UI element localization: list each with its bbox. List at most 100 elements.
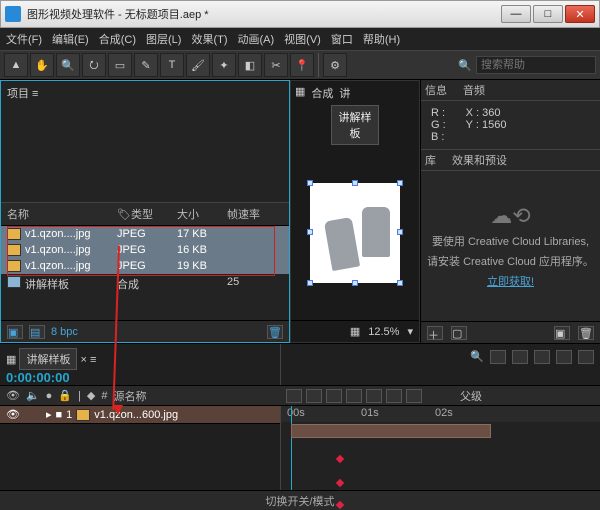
switch-btn[interactable] — [366, 389, 382, 403]
project-column-headers: 名称 🏷类型 大小 帧速率 — [1, 203, 289, 226]
col-parent[interactable]: 父级 — [460, 388, 482, 404]
selection-tool[interactable]: ▲ — [4, 53, 28, 77]
project-row[interactable]: 讲解样板 合成 25 — [1, 274, 289, 294]
brush-tool[interactable]: 🖌 — [186, 53, 210, 77]
lib-delete-button[interactable]: 🗑 — [578, 326, 594, 340]
handle[interactable] — [352, 180, 358, 186]
col-rate[interactable]: 帧速率 — [227, 206, 277, 222]
orbit-tool[interactable]: ⭮ — [82, 53, 106, 77]
switch-btn[interactable] — [306, 389, 322, 403]
switch-btn[interactable] — [406, 389, 422, 403]
delete-button[interactable]: 🗑 — [267, 325, 283, 339]
label-icon[interactable]: ◆ — [87, 389, 95, 402]
help-search-input[interactable] — [476, 56, 596, 74]
figure-a — [324, 216, 360, 270]
pin-tool[interactable]: 📍 — [290, 53, 314, 77]
solo-icon[interactable]: ● — [46, 390, 53, 402]
project-row[interactable]: v1.qzon....jpg JPEG 17 KB — [1, 226, 289, 242]
eye-icon[interactable]: 👁 — [6, 389, 20, 402]
handle[interactable] — [397, 180, 403, 186]
project-row[interactable]: v1.qzon....jpg JPEG 19 KB — [1, 258, 289, 274]
project-tab[interactable]: 项目 ≡ — [1, 81, 289, 105]
speaker-icon[interactable]: 🔈 — [26, 389, 40, 402]
handle[interactable] — [307, 280, 313, 286]
fx-button[interactable]: ⚙ — [323, 53, 347, 77]
close-button[interactable]: ✕ — [565, 5, 595, 23]
switch-btn[interactable] — [386, 389, 402, 403]
menu-composition[interactable]: 合成(C) — [99, 31, 136, 47]
lib-btn2[interactable]: ▣ — [554, 326, 570, 340]
bpc-indicator[interactable]: 8 bpc — [51, 326, 78, 338]
current-time[interactable]: 0:00:00:00 — [6, 370, 70, 385]
keyframe[interactable] — [336, 479, 344, 487]
handle[interactable] — [307, 180, 313, 186]
composition-viewer[interactable] — [291, 145, 419, 320]
composition-tab[interactable]: 讲解样板 — [331, 105, 379, 145]
handle[interactable] — [352, 280, 358, 286]
tab-audio[interactable]: 音频 — [463, 82, 485, 98]
menu-edit[interactable]: 编辑(E) — [52, 31, 89, 47]
layer-bar[interactable] — [291, 424, 491, 438]
col-source[interactable]: 源名称 — [113, 388, 146, 404]
time-ruler[interactable]: 00s 01s 02s — [281, 406, 600, 422]
menu-file[interactable]: 文件(F) — [6, 31, 42, 47]
toggle-switches-label[interactable]: 切换开关/模式 — [265, 493, 334, 509]
eraser-tool[interactable]: ◧ — [238, 53, 262, 77]
search-icon[interactable]: 🔍 — [470, 350, 484, 364]
switch-btn[interactable] — [286, 389, 302, 403]
handle[interactable] — [397, 280, 403, 286]
tl-btn[interactable] — [490, 350, 506, 364]
library-msg2: 请安装 Creative Cloud 应用程序。 — [427, 253, 594, 269]
menu-layer[interactable]: 图层(L) — [146, 31, 181, 47]
lib-add-button[interactable]: ＋ — [427, 326, 443, 340]
menu-window[interactable]: 窗口 — [331, 31, 353, 47]
menu-animation[interactable]: 动画(A) — [238, 31, 275, 47]
lib-btn[interactable]: ▢ — [451, 326, 467, 340]
switch-btn[interactable] — [346, 389, 362, 403]
clone-tool[interactable]: ✦ — [212, 53, 236, 77]
menu-effect[interactable]: 效果(T) — [191, 31, 227, 47]
menu-help[interactable]: 帮助(H) — [363, 31, 400, 47]
tab-effects[interactable]: 效果和预设 — [452, 152, 507, 168]
col-name[interactable]: 名称 — [7, 206, 117, 222]
new-comp-button[interactable]: ▤ — [29, 325, 45, 339]
tl-btn[interactable] — [556, 350, 572, 364]
handle[interactable] — [397, 229, 403, 235]
window-titlebar: 图形视频处理软件 - 无标题项目.aep * — □ ✕ — [0, 0, 600, 28]
new-bin-button[interactable]: ▣ — [7, 325, 23, 339]
switch-btn[interactable] — [326, 389, 342, 403]
col-size[interactable]: 大小 — [177, 206, 227, 222]
timeline-tab[interactable]: 讲解样板 — [19, 348, 77, 370]
library-get-link[interactable]: 立即获取! — [487, 273, 534, 289]
tl-btn[interactable] — [512, 350, 528, 364]
hand-tool[interactable]: ✋ — [30, 53, 54, 77]
dropdown-icon[interactable]: ▾ — [407, 325, 413, 338]
tl-btn[interactable] — [578, 350, 594, 364]
minimize-button[interactable]: — — [501, 5, 531, 23]
layer-row[interactable]: 👁 ▸ ■ 1 v1.qzon...600.jpg — [0, 406, 280, 424]
composition-panel-label[interactable]: 合成 — [311, 85, 333, 101]
eye-icon[interactable]: 👁 — [6, 408, 20, 421]
timeline-tracks[interactable]: 00s 01s 02s — [280, 406, 600, 490]
tab-info[interactable]: 信息 — [425, 82, 447, 98]
zoom-level[interactable]: 12.5% — [368, 326, 399, 338]
shape-tool[interactable]: ▭ — [108, 53, 132, 77]
menu-view[interactable]: 视图(V) — [284, 31, 321, 47]
zoom-tool[interactable]: 🔍 — [56, 53, 80, 77]
maximize-button[interactable]: □ — [533, 5, 563, 23]
col-kind[interactable]: 🏷类型 — [117, 206, 177, 222]
canvas[interactable] — [310, 183, 400, 283]
handle[interactable] — [307, 229, 313, 235]
playhead[interactable] — [291, 406, 292, 490]
right-panels: 信息 音频 R : G : B : X : 360 Y : 1560 库 效果和… — [420, 80, 600, 343]
project-row[interactable]: v1.qzon....jpg JPEG 16 KB — [1, 242, 289, 258]
tab-library[interactable]: 库 — [425, 152, 436, 168]
pen-tool[interactable]: ✎ — [134, 53, 158, 77]
grid-icon[interactable]: ▦ — [350, 325, 360, 338]
tl-btn[interactable] — [534, 350, 550, 364]
roto-tool[interactable]: ✂ — [264, 53, 288, 77]
close-tab-icon[interactable]: × — [81, 354, 87, 366]
keyframe[interactable] — [336, 455, 344, 463]
text-tool[interactable]: T — [160, 53, 184, 77]
lock-icon[interactable]: 🔒 — [58, 389, 72, 402]
